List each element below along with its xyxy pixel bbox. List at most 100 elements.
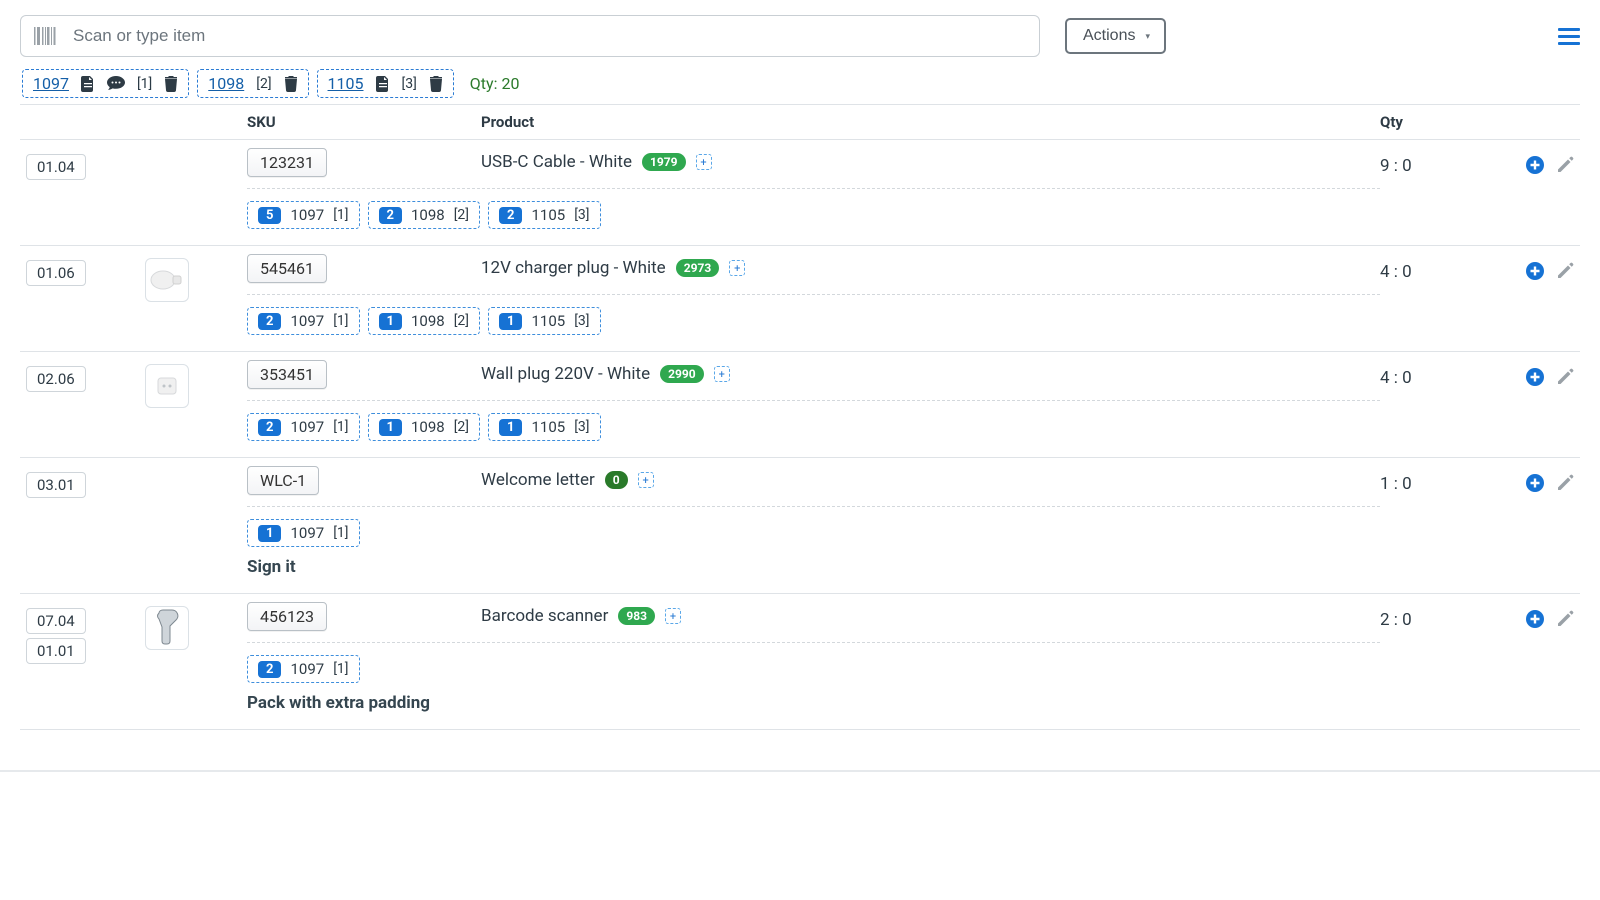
allocation-order: 1097 <box>290 660 324 678</box>
qty-value: 9 : 0 <box>1380 152 1500 176</box>
allocation-chip[interactable]: 2 1098 [2] <box>368 201 481 229</box>
menu-icon[interactable] <box>1558 24 1580 49</box>
allocation-count: 2 <box>379 207 402 224</box>
table-row: 03.01 WLC-1 Welcome letter 0 + 1 1097 [1… <box>20 458 1580 594</box>
allocation-chip[interactable]: 2 1097 [1] <box>247 413 360 441</box>
item-note: Sign it <box>247 557 1380 577</box>
expand-icon[interactable]: + <box>665 608 681 624</box>
trash-icon[interactable] <box>284 76 298 92</box>
expand-icon[interactable]: + <box>638 472 654 488</box>
trash-icon[interactable] <box>429 76 443 92</box>
sku-chip[interactable]: 456123 <box>247 602 327 631</box>
add-icon[interactable] <box>1526 156 1544 174</box>
allocation-count: 1 <box>499 419 522 436</box>
expand-icon[interactable]: + <box>729 260 745 276</box>
allocation-count: 2 <box>499 207 522 224</box>
product-name: USB-C Cable - White <box>481 152 632 172</box>
qty-total: 20 <box>501 74 519 93</box>
allocation-order: 1105 <box>531 418 565 436</box>
allocation-order: 1097 <box>290 206 324 224</box>
caret-down-icon: ▾ <box>1145 31 1150 42</box>
allocation-chip[interactable]: 1 1098 [2] <box>368 413 481 441</box>
bin-chip[interactable]: 02.06 <box>26 366 86 392</box>
allocation-count: 1 <box>499 313 522 330</box>
add-icon[interactable] <box>1526 262 1544 280</box>
allocation-count: 2 <box>258 661 281 678</box>
allocation-index: [1] <box>333 661 348 677</box>
sku-chip[interactable]: 123231 <box>247 148 327 177</box>
edit-icon[interactable] <box>1556 368 1574 386</box>
product-name: Wall plug 220V - White <box>481 364 650 384</box>
stock-badge: 2990 <box>660 365 704 383</box>
bin-chip[interactable]: 01.04 <box>26 154 86 180</box>
allocation-order: 1105 <box>531 206 565 224</box>
product-name: Barcode scanner <box>481 606 608 626</box>
allocation-index: [1] <box>333 313 348 329</box>
actions-button[interactable]: Actions ▾ <box>1065 18 1166 54</box>
order-number[interactable]: 1097 <box>33 74 69 93</box>
expand-icon[interactable]: + <box>714 366 730 382</box>
sku-chip[interactable]: 545461 <box>247 254 327 283</box>
allocation-count: 2 <box>258 419 281 436</box>
bin-chip[interactable]: 01.06 <box>26 260 86 286</box>
allocation-index: [1] <box>333 419 348 435</box>
stock-badge: 983 <box>618 607 655 625</box>
column-header-qty: Qty <box>1380 113 1500 131</box>
allocation-chip[interactable]: 2 1097 [1] <box>247 307 360 335</box>
allocation-count: 2 <box>258 313 281 330</box>
edit-icon[interactable] <box>1556 262 1574 280</box>
edit-icon[interactable] <box>1556 610 1574 628</box>
allocation-chip[interactable]: 1 1105 [3] <box>488 413 601 441</box>
allocation-chip[interactable]: 1 1105 [3] <box>488 307 601 335</box>
table-row: 07.0401.01 456123 Barcode scanner 983 + … <box>20 594 1580 730</box>
bin-chip[interactable]: 03.01 <box>26 472 86 498</box>
add-icon[interactable] <box>1526 368 1544 386</box>
sku-chip[interactable]: WLC-1 <box>247 466 319 495</box>
allocation-order: 1098 <box>411 312 445 330</box>
bin-chip[interactable]: 01.01 <box>26 638 86 664</box>
edit-icon[interactable] <box>1556 474 1574 492</box>
note-icon[interactable] <box>376 76 390 92</box>
order-number[interactable]: 1098 <box>208 74 244 93</box>
product-name: 12V charger plug - White <box>481 258 666 278</box>
order-tab[interactable]: 1097 [1] <box>22 69 189 98</box>
trash-icon[interactable] <box>164 76 178 92</box>
add-icon[interactable] <box>1526 610 1544 628</box>
order-number[interactable]: 1105 <box>328 74 364 93</box>
scan-input[interactable] <box>20 15 1040 57</box>
barcode-icon <box>34 27 56 45</box>
bin-chip[interactable]: 07.04 <box>26 608 86 634</box>
order-index: [2] <box>256 76 271 92</box>
allocation-index: [1] <box>333 525 348 541</box>
qty-value: 1 : 0 <box>1380 470 1500 494</box>
product-thumbnail[interactable] <box>145 364 189 408</box>
stock-badge: 0 <box>605 471 628 489</box>
product-thumbnail[interactable] <box>145 606 189 650</box>
product-thumbnail[interactable] <box>145 258 189 302</box>
note-icon[interactable] <box>81 76 95 92</box>
actions-label: Actions <box>1083 27 1135 45</box>
stock-badge: 1979 <box>642 153 686 171</box>
allocation-index: [1] <box>333 207 348 223</box>
expand-icon[interactable]: + <box>696 154 712 170</box>
chat-icon[interactable] <box>107 76 125 91</box>
stock-badge: 2973 <box>676 259 720 277</box>
allocation-chip[interactable]: 2 1105 [3] <box>488 201 601 229</box>
allocation-chip[interactable]: 1 1097 [1] <box>247 519 360 547</box>
order-tab[interactable]: 1105[3] <box>317 69 454 98</box>
allocation-chip[interactable]: 2 1097 [1] <box>247 655 360 683</box>
allocation-order: 1097 <box>290 418 324 436</box>
product-name: Welcome letter <box>481 470 595 490</box>
order-index: [1] <box>137 76 152 92</box>
qty-value: 4 : 0 <box>1380 364 1500 388</box>
allocation-order: 1105 <box>531 312 565 330</box>
add-icon[interactable] <box>1526 474 1544 492</box>
edit-icon[interactable] <box>1556 156 1574 174</box>
sku-chip[interactable]: 353451 <box>247 360 327 389</box>
allocation-chip[interactable]: 5 1097 [1] <box>247 201 360 229</box>
table-row: 01.04 123231 USB-C Cable - White 1979 + … <box>20 140 1580 246</box>
allocation-order: 1098 <box>411 418 445 436</box>
allocation-chip[interactable]: 1 1098 [2] <box>368 307 481 335</box>
order-tab[interactable]: 1098 [2] <box>197 69 308 98</box>
allocation-order: 1097 <box>290 312 324 330</box>
